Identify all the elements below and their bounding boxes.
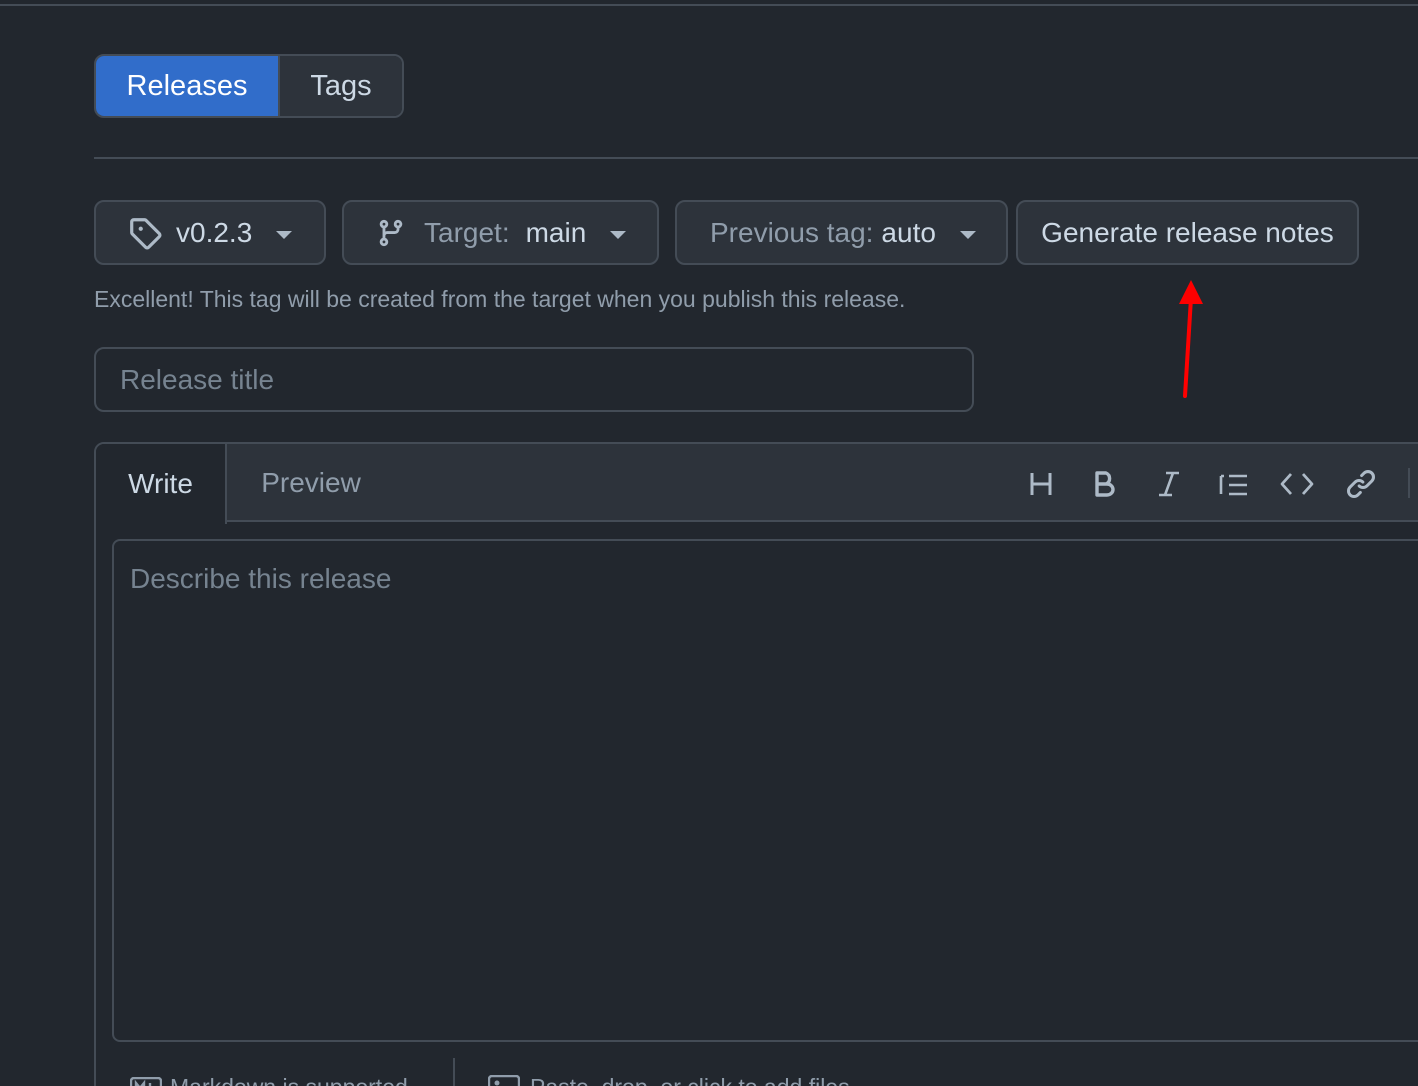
tag-picker-value: v0.2.3 — [176, 216, 253, 248]
chevron-down-icon — [276, 230, 293, 239]
previous-tag-label: Previous tag: — [710, 216, 874, 248]
previous-tag-value: auto — [881, 216, 936, 248]
tab-tags[interactable]: Tags — [278, 56, 402, 116]
target-branch-picker[interactable]: Target: main — [342, 200, 659, 265]
list-icon[interactable] — [1213, 464, 1253, 504]
markdown-supported-label: Markdown is supported — [170, 1074, 408, 1086]
generate-release-notes-button[interactable]: Generate release notes — [1016, 200, 1359, 265]
branch-icon — [376, 217, 406, 249]
chevron-down-icon — [610, 230, 627, 239]
markdown-supported-link[interactable]: Markdown is supported — [130, 1074, 408, 1086]
release-title-input[interactable] — [94, 347, 974, 412]
attach-files-button[interactable]: Paste, drop, or click to add files — [488, 1074, 850, 1086]
top-border — [0, 4, 1418, 6]
heading-icon[interactable] — [1021, 464, 1061, 504]
bold-icon[interactable] — [1085, 464, 1125, 504]
target-value: main — [525, 216, 587, 248]
section-divider — [94, 157, 1418, 159]
footer-separator — [453, 1058, 455, 1086]
italic-icon[interactable] — [1149, 464, 1189, 504]
releases-tags-toggle: Releases Tags — [94, 54, 404, 118]
link-icon[interactable] — [1341, 464, 1381, 504]
annotation-arrow-icon — [1179, 280, 1203, 398]
target-label: Target: — [424, 216, 510, 248]
tab-preview[interactable]: Preview — [227, 444, 395, 522]
markdown-icon — [130, 1076, 162, 1086]
release-form-page: Releases Tags v0.2.3 Target: main Previo… — [0, 0, 1418, 1086]
code-icon[interactable] — [1277, 464, 1317, 504]
tab-releases[interactable]: Releases — [96, 56, 278, 116]
attach-files-label: Paste, drop, or click to add files — [530, 1074, 850, 1086]
chevron-down-icon — [959, 230, 976, 239]
toolbar-separator — [1408, 468, 1410, 498]
release-body-editor: Write Preview Markdown is supported — [94, 442, 1418, 1086]
image-icon — [488, 1074, 520, 1086]
previous-tag-picker[interactable]: Previous tag: auto — [675, 200, 1008, 265]
tag-picker-button[interactable]: v0.2.3 — [94, 200, 326, 265]
tab-write[interactable]: Write — [96, 444, 227, 524]
tag-hint-text: Excellent! This tag will be created from… — [94, 286, 906, 312]
tag-icon — [128, 216, 162, 250]
release-description-textarea[interactable] — [112, 539, 1418, 1042]
